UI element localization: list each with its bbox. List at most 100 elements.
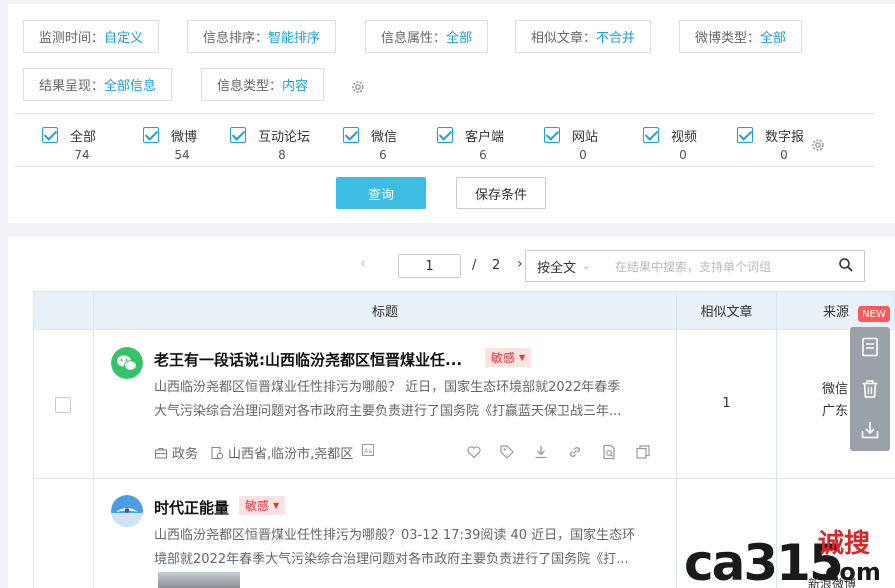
category-count: 0: [780, 148, 788, 162]
filter-label: 微博类型：: [695, 31, 761, 46]
search-icon[interactable]: [838, 257, 854, 273]
row-summary-line: 山西临汾尧都区恒晋煤业任性排污为哪般？ 近日，国家生态环境部就2022年春季: [154, 380, 621, 395]
user-avatar-icon: [111, 495, 143, 527]
category-label: 网站: [572, 130, 599, 145]
header-title: 标题: [371, 305, 398, 320]
category-count: 54: [174, 148, 190, 162]
category-label: 客户端: [465, 130, 505, 145]
category-weibo[interactable]: 微博 54: [143, 125, 233, 165]
divider: [93, 291, 94, 588]
category-website[interactable]: 网站 0: [544, 125, 634, 165]
filter-label: 信息类型：: [217, 79, 283, 94]
source-region: 广东: [822, 404, 849, 419]
document-icon: [862, 337, 878, 357]
category-text: 政务: [172, 447, 199, 462]
filter-value: 内容: [282, 79, 309, 94]
row-location: 山西省,临汾市,尧都区: [210, 443, 353, 462]
checkbox-icon[interactable]: [437, 127, 453, 143]
category-wechat[interactable]: 微信 6: [343, 125, 433, 165]
row-title-link[interactable]: 老王有一段话说:山西临汾尧都区恒晋煤业任...: [154, 349, 462, 370]
row-summary-line: 大气污染综合治理问题对各市政府主要负责进行了国务院《打赢蓝天保卫战三年...: [154, 404, 622, 419]
trash-icon: [862, 380, 878, 398]
filter-value: 自定义: [104, 31, 144, 46]
similar-count[interactable]: 1: [677, 396, 776, 411]
gear-icon[interactable]: [810, 137, 826, 153]
checkbox-icon[interactable]: [343, 127, 359, 143]
checkbox-icon[interactable]: [643, 127, 659, 143]
filter-info-type[interactable]: 信息类型： 内容: [201, 68, 325, 101]
category-all[interactable]: 全部 74: [42, 125, 132, 165]
checkbox-icon[interactable]: [42, 127, 58, 143]
copy-icon[interactable]: [635, 444, 651, 460]
category-label: 数字报: [765, 130, 805, 145]
filter-result-display[interactable]: 结果呈现： 全部信息: [23, 68, 173, 101]
briefcase-icon: [154, 447, 168, 459]
delete-button[interactable]: [850, 369, 890, 409]
filter-label: 信息排序：: [203, 31, 269, 46]
link-icon[interactable]: [567, 444, 583, 460]
location-text: 山西省,临汾市,尧都区: [228, 447, 354, 462]
search-scope-value: 按全文: [537, 260, 577, 276]
filter-weibo-type[interactable]: 微博类型： 全部: [679, 20, 803, 53]
filter-value: 全部: [446, 31, 473, 46]
document-location-icon: [211, 446, 224, 459]
save-conditions-button[interactable]: 保存条件: [456, 177, 546, 209]
category-count: 6: [379, 148, 387, 162]
category-forum[interactable]: 互动论坛 8: [230, 125, 320, 165]
new-badge: NEW: [858, 306, 890, 322]
gear-icon[interactable]: [350, 79, 366, 95]
row-title-link[interactable]: 时代正能量: [154, 497, 229, 518]
prev-page-button[interactable]: ‹: [360, 254, 366, 272]
category-client[interactable]: 客户端 6: [437, 125, 527, 165]
category-count: 0: [579, 148, 587, 162]
category-count: 0: [679, 148, 687, 162]
ca315-watermark-logo: ca315 诚搜 .com: [684, 529, 881, 586]
filter-value: 全部: [760, 31, 787, 46]
wechat-avatar-icon: [111, 347, 143, 379]
download-tray-icon: [861, 422, 879, 439]
tag-icon[interactable]: [499, 444, 515, 460]
category-label: 微信: [371, 130, 398, 145]
category-count: 8: [278, 148, 286, 162]
search-scope-select[interactable]: 按全文 ⌄: [525, 250, 604, 282]
sensitive-badge[interactable]: 敏感 ▼: [485, 348, 532, 367]
svg-text:诚搜: 诚搜: [818, 529, 870, 559]
caret-down-icon: ▼: [519, 353, 526, 362]
category-video[interactable]: 视频 0: [643, 125, 733, 165]
filter-similar-articles[interactable]: 相似文章： 不合并: [515, 20, 652, 53]
category-label: 视频: [671, 130, 698, 145]
row-summary-line: 境部就2022年春季大气污染综合治理问题对各市政府主要负责进行了国务院《打...: [154, 552, 629, 567]
filter-label: 结果呈现：: [39, 79, 105, 94]
filter-value: 不合并: [596, 31, 636, 46]
sensitive-badge[interactable]: 敏感 ▼: [239, 496, 286, 515]
category-label: 全部: [70, 130, 97, 145]
thumbnail-image[interactable]: [158, 572, 240, 588]
chevron-down-icon: ⌄: [582, 260, 591, 272]
filter-info-attribute[interactable]: 信息属性： 全部: [365, 20, 489, 53]
page-total: 2: [492, 258, 501, 273]
search-input[interactable]: 在结果中搜索，支持单个词组: [603, 250, 865, 282]
badge-label: 敏感: [245, 499, 270, 513]
ai-icon: Aa: [362, 444, 374, 456]
page-input[interactable]: 1: [398, 254, 461, 278]
filter-info-sort[interactable]: 信息排序： 智能排序: [187, 20, 337, 53]
export-button[interactable]: [850, 410, 890, 450]
filter-monitor-time[interactable]: 监测时间： 自定义: [23, 20, 160, 53]
report-button[interactable]: [850, 327, 890, 367]
filter-label: 相似文章：: [531, 31, 597, 46]
checkbox-icon[interactable]: [544, 127, 560, 143]
page-separator: /: [472, 258, 477, 273]
next-page-button[interactable]: ›: [517, 256, 523, 272]
checkbox-icon[interactable]: [737, 127, 753, 143]
category-count: 74: [74, 148, 90, 162]
query-button[interactable]: 查询: [336, 177, 426, 209]
badge-label: 敏感: [491, 351, 516, 365]
checkbox-icon[interactable]: [143, 127, 159, 143]
row-checkbox[interactable]: [55, 397, 71, 413]
document-search-icon[interactable]: [601, 444, 617, 460]
category-label: 微博: [171, 130, 198, 145]
favorite-heart-icon[interactable]: [466, 444, 482, 460]
checkbox-icon[interactable]: [230, 127, 246, 143]
download-icon[interactable]: [533, 444, 549, 460]
row-summary-line: 山西临汾尧都区恒晋煤业任性排污为哪般？03-12 17:39阅读 40 近日，国…: [154, 528, 636, 543]
